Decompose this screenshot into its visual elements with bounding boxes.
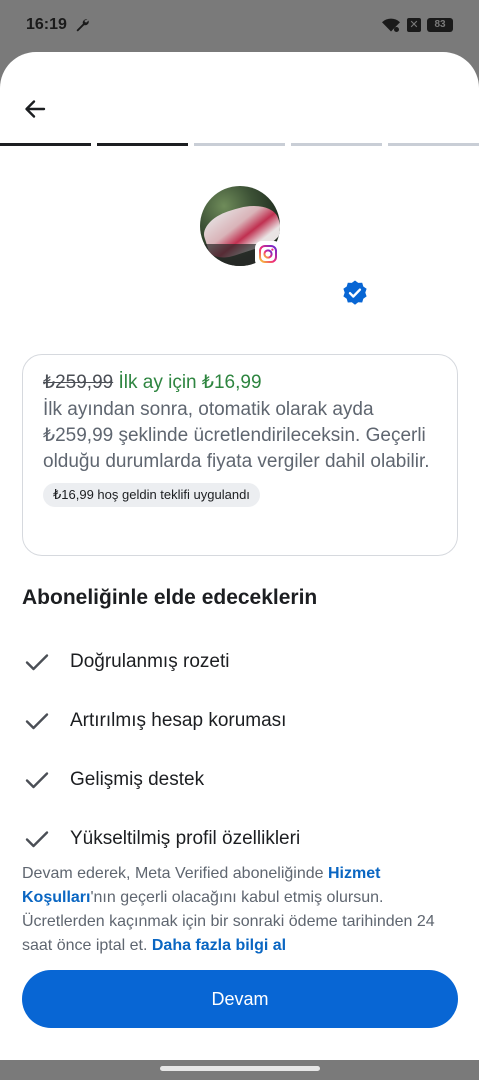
- profile-avatar-group: [200, 186, 281, 267]
- subscription-sheet: ₺259,99 İlk ay için ₺16,99 İlk ayından s…: [0, 52, 479, 1060]
- progress-step: [291, 143, 382, 146]
- check-icon: [25, 712, 49, 729]
- status-bar: 16:19 ✕ 83: [0, 0, 479, 52]
- home-indicator[interactable]: [160, 1066, 320, 1071]
- wifi-icon: [382, 18, 400, 32]
- promo-price: İlk ay için ₺16,99: [118, 372, 262, 393]
- instagram-badge: [255, 241, 281, 267]
- status-time: 16:19: [26, 16, 67, 33]
- price-description: İlk ayından sonra, otomatik olarak ayda …: [43, 399, 430, 472]
- check-icon: [25, 771, 49, 788]
- battery-icon: 83: [427, 18, 453, 32]
- benefit-label: Artırılmış hesap koruması: [70, 709, 287, 731]
- benefits-title: Aboneliğinle elde edeceklerin: [22, 586, 318, 609]
- x-icon: ✕: [407, 18, 421, 32]
- old-price: ₺259,99: [43, 372, 114, 393]
- verified-badge-icon: [343, 280, 367, 305]
- terms-part-1: Devam ederek, Meta Verified aboneliğinde: [22, 865, 328, 882]
- benefits-list: Doğrulanmış rozeti Artırılmış hesap koru…: [22, 632, 462, 868]
- benefit-label: Yükseltilmiş profil özellikleri: [70, 827, 301, 849]
- status-icons: ✕ 83: [381, 15, 453, 35]
- benefit-label: Gelişmiş destek: [70, 768, 205, 790]
- check-icon: [25, 653, 49, 670]
- progress-indicator: [0, 143, 479, 146]
- list-item: Doğrulanmış rozeti: [22, 632, 462, 691]
- offer-chip: ₺16,99 hoş geldin teklifi uygulandı: [43, 483, 260, 507]
- price-line: ₺259,99 İlk ay için ₺16,99: [43, 369, 437, 397]
- progress-step: [388, 143, 479, 146]
- list-item: Artırılmış hesap koruması: [22, 691, 462, 750]
- progress-step: [0, 143, 91, 146]
- progress-step: [97, 143, 188, 146]
- terms-text: Devam ederek, Meta Verified aboneliğinde…: [22, 862, 462, 958]
- arrow-left-icon: [25, 100, 46, 118]
- instagram-icon: [259, 245, 277, 263]
- list-item: Yükseltilmiş profil özellikleri: [22, 809, 462, 868]
- wrench-icon: [76, 19, 89, 32]
- progress-step: [194, 143, 285, 146]
- continue-button[interactable]: Devam: [22, 970, 458, 1028]
- learn-more-link[interactable]: Daha fazla bilgi al: [152, 937, 286, 954]
- price-card: ₺259,99 İlk ay için ₺16,99 İlk ayından s…: [22, 354, 458, 556]
- check-icon: [25, 830, 49, 847]
- list-item: Gelişmiş destek: [22, 750, 462, 809]
- benefit-label: Doğrulanmış rozeti: [70, 650, 230, 672]
- back-button[interactable]: [18, 92, 52, 126]
